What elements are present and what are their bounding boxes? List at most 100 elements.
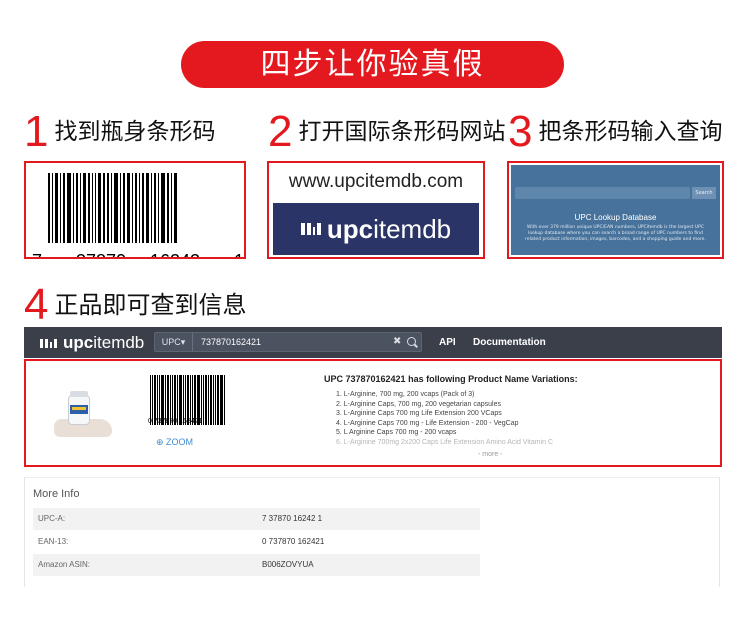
list-item: 4. L-Arginine Caps 700 mg - Life Extensi… [336, 419, 519, 427]
barcode-bar [111, 173, 112, 243]
barcode-bar [114, 173, 118, 243]
brand-name: upcitemdb [63, 333, 145, 352]
info-value: 7 37870 16242 1 [262, 514, 323, 523]
info-row: EAN-13: 0 737870 162421 [33, 531, 480, 553]
nav-logo[interactable]: upcitemdb [40, 333, 144, 353]
barcode-bar [224, 375, 225, 425]
barcode-bar [215, 375, 216, 425]
barcode-bar [158, 173, 159, 243]
website-panel: www.upcitemdb.com upcitemdb [267, 161, 485, 259]
barcode-bar [120, 173, 121, 243]
barcode-bar [107, 173, 109, 243]
barcode-bar [174, 173, 177, 243]
step-3: 3 把条形码输入查询 [508, 110, 722, 154]
barcode-bar [92, 173, 93, 243]
step-number: 4 [24, 280, 49, 329]
info-key: EAN-13: [38, 537, 69, 546]
barcode-bar [217, 375, 219, 425]
info-row: UPC-A: 7 37870 16242 1 [33, 508, 480, 530]
info-value: 0 737870 162421 [262, 537, 325, 546]
product-image[interactable] [54, 389, 114, 439]
barcode-bar [139, 173, 140, 243]
barcode-bar [135, 173, 137, 243]
info-key: Amazon ASIN: [38, 560, 91, 569]
clear-icon[interactable]: ✖ [393, 333, 401, 351]
list-item: 6. L-Arginine 700mg 2x200 Caps Life Exte… [336, 438, 553, 446]
barcode-bar [80, 173, 81, 243]
list-item: 2. L-Arginine Caps, 700 mg, 200 vegetari… [336, 400, 501, 408]
mini-description: With over 379 million unique UPC/EAN num… [525, 225, 706, 242]
brand-name: upcitemdb [326, 213, 452, 244]
step-number: 1 [24, 107, 49, 156]
barcode-bar [213, 375, 214, 425]
section-title: More Info [33, 488, 80, 500]
barcode-bar [203, 375, 204, 425]
step-text: 找到瓶身条形码 [54, 119, 216, 145]
step-text: 打开国际条形码网站 [298, 119, 506, 145]
barcode-digit-group: 16242 [148, 251, 203, 257]
step-4: 4 正品即可查到信息 [24, 283, 246, 327]
site-navbar: upcitemdb UPC▾ 737870162421 ✖ API Docume… [24, 327, 722, 358]
barcode-digit-group: 1 [232, 251, 244, 257]
mini-search-button: Search [692, 187, 716, 199]
list-item: 5. L Arginine Caps 700 mg - 200 vcaps [336, 429, 457, 437]
name-variations-list: 1. L-Arginine, 700 mg, 200 vcaps (Pack o… [336, 390, 553, 448]
barcode-bar [52, 173, 53, 243]
lookup-panel: Search UPC Lookup Database With over 379… [507, 161, 724, 259]
more-info-section: More Info UPC-A: 7 37870 16242 1 EAN-13:… [24, 477, 720, 587]
barcode-bar [123, 173, 125, 243]
search-box: UPC▾ 737870162421 ✖ [154, 332, 422, 352]
barcode-bar [208, 375, 209, 425]
result-panel: 0 737870 162421 ⊕ ZOOM UPC 737870162421 … [24, 359, 722, 467]
barcode-bar [98, 173, 101, 243]
zoom-label: ZOOM [166, 437, 194, 447]
barcode-bar [55, 173, 58, 243]
barcode-bar [167, 173, 169, 243]
search-icon[interactable] [407, 337, 416, 346]
barcode-bar [67, 173, 71, 243]
barcode-bar [76, 173, 78, 243]
barcode-bar [132, 173, 133, 243]
step-text: 正品即可查到信息 [54, 291, 247, 319]
barcode-bar [60, 173, 61, 243]
barcode-panel: 7 37870 16242 1 [24, 161, 246, 259]
barcode-bar [151, 173, 152, 243]
barcode-bar [205, 375, 207, 425]
barcode-bar [142, 173, 144, 243]
barcode-bar [210, 375, 212, 425]
step-text: 把条形码输入查询 [538, 119, 723, 145]
site-url: www.upcitemdb.com [288, 171, 464, 192]
result-title: UPC 737870162421 has following Product N… [324, 374, 578, 384]
barcode-bar [88, 173, 90, 243]
barcode-logo-icon [40, 338, 57, 348]
barcode-bar [48, 173, 50, 243]
barcode-bar [95, 173, 96, 243]
brand-logo: upcitemdb [273, 203, 479, 255]
mini-title: UPC Lookup Database [574, 213, 657, 222]
zoom-icon: ⊕ [156, 437, 167, 447]
barcode-digit-group: 7 [30, 251, 45, 257]
step-2: 2 打开国际条形码网站 [268, 110, 505, 154]
barcode-bar [63, 173, 65, 243]
list-item: 1. L-Arginine, 700 mg, 200 vcaps (Pack o… [336, 391, 475, 398]
barcode-digit-group: 37870 [74, 251, 129, 257]
barcode-bar [154, 173, 156, 243]
nav-link-api[interactable]: API [439, 327, 456, 358]
barcode-bar [73, 173, 74, 243]
info-row: Amazon ASIN: B006ZOVYUA [33, 554, 480, 576]
search-type-dropdown[interactable]: UPC▾ [155, 333, 193, 351]
lookup-preview: Search UPC Lookup Database With over 379… [511, 165, 720, 255]
mini-search-input [515, 187, 690, 199]
title-banner: 四步让你验真假 [181, 41, 564, 88]
zoom-link[interactable]: ⊕ ZOOM [156, 437, 193, 448]
barcode-bar [161, 173, 165, 243]
barcode-bar [103, 173, 105, 243]
barcode-bar [127, 173, 130, 243]
barcode-logo-icon [300, 223, 321, 235]
step-1: 1 找到瓶身条形码 [24, 110, 215, 154]
product-barcode-digits: 0 737870 162421 [148, 418, 203, 425]
nav-link-documentation[interactable]: Documentation [473, 327, 546, 358]
barcode-bar [146, 173, 149, 243]
search-input[interactable]: 737870162421 [201, 333, 261, 351]
more-link[interactable]: - more - [478, 451, 503, 458]
